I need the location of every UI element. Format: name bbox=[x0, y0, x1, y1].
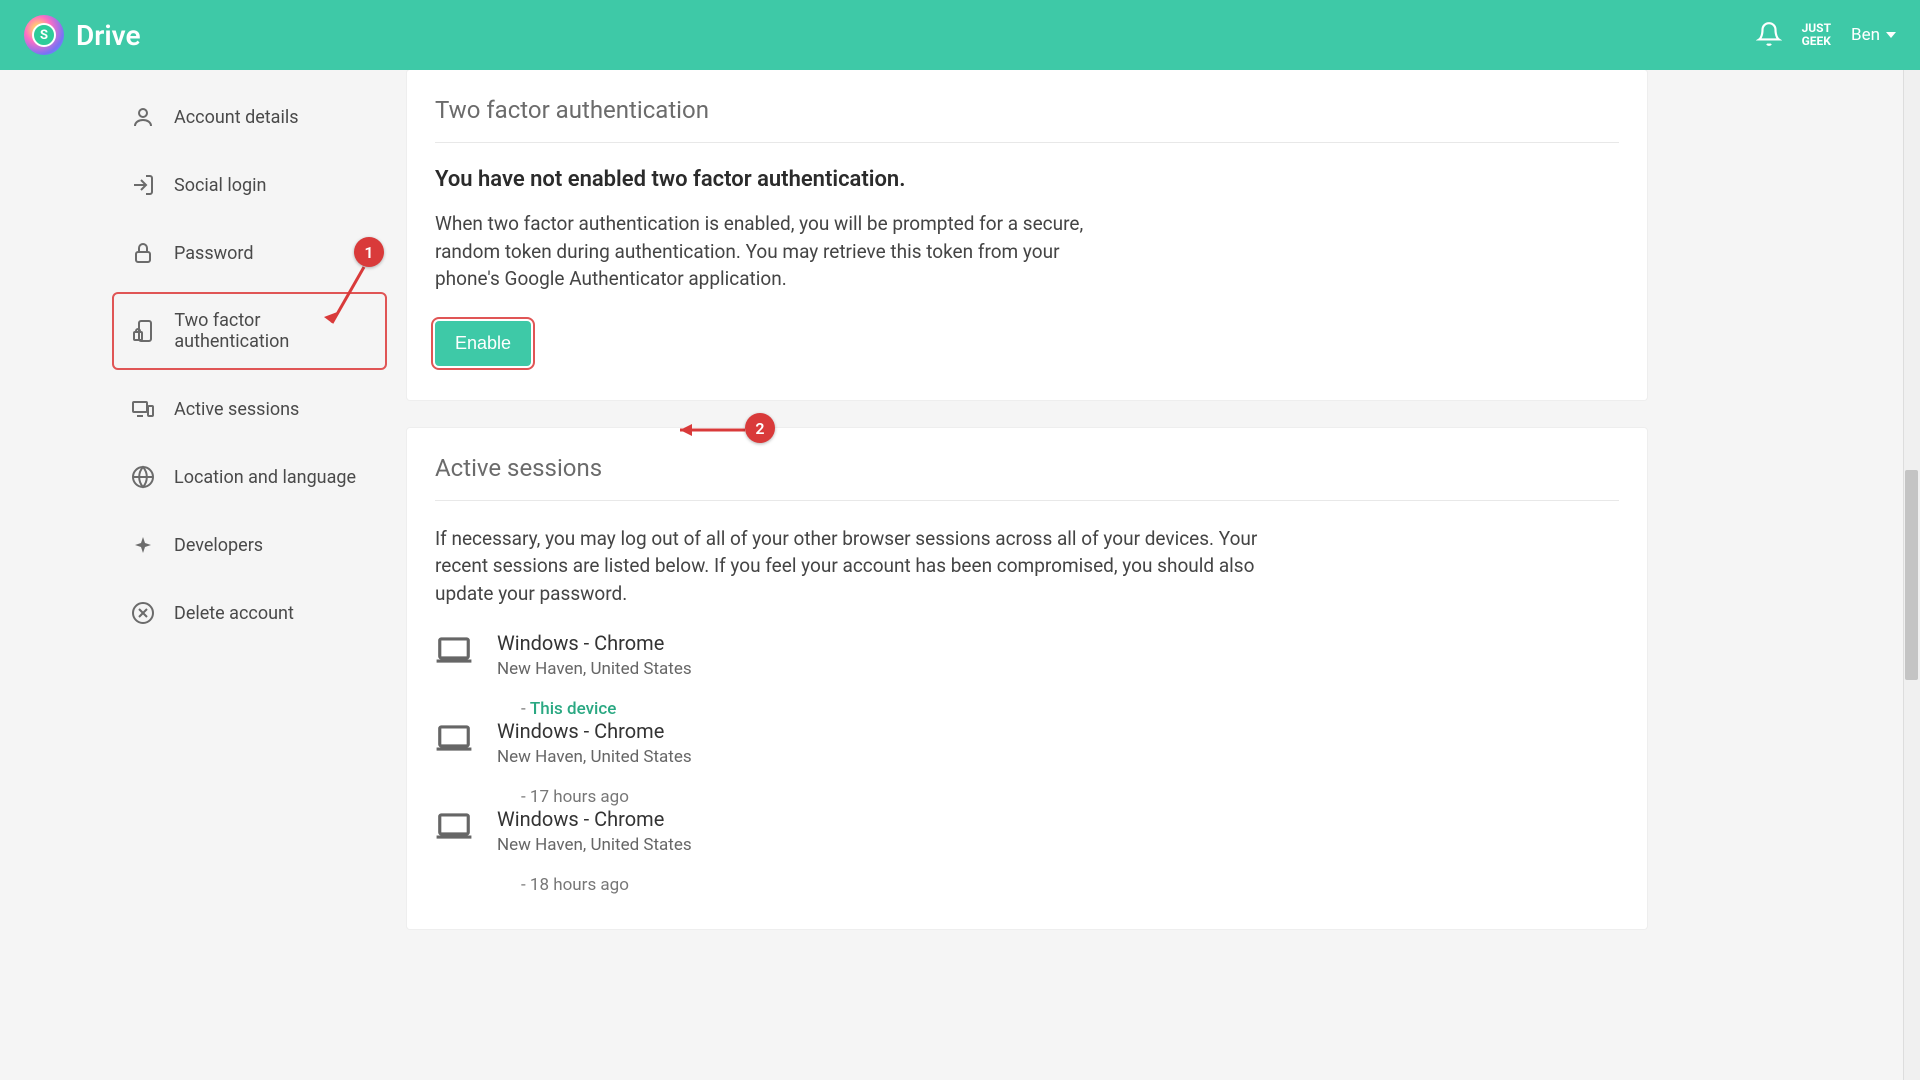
laptop-icon bbox=[435, 811, 475, 845]
badge-line2: GEEK bbox=[1802, 35, 1831, 48]
session-device: Windows - Chrome bbox=[497, 719, 692, 743]
sidebar-item-developers[interactable]: Developers bbox=[112, 516, 387, 574]
annotation-arrow-1 bbox=[320, 267, 370, 341]
two-factor-description: When two factor authentication is enable… bbox=[435, 210, 1095, 293]
session-meta: - This device bbox=[435, 699, 1619, 719]
session-meta: - 18 hours ago bbox=[435, 875, 1619, 895]
brand-name: Drive bbox=[76, 19, 141, 52]
this-device-badge: This device bbox=[530, 699, 616, 719]
app-header: S Drive JUST GEEK Ben bbox=[0, 0, 1920, 70]
app-logo[interactable]: S bbox=[24, 15, 64, 55]
page-body: Account details Social login Password Tw… bbox=[0, 70, 1920, 1080]
bell-icon bbox=[1756, 21, 1782, 47]
settings-sidebar: Account details Social login Password Tw… bbox=[112, 70, 387, 1080]
sidebar-item-label: Location and language bbox=[174, 467, 356, 488]
user-name: Ben bbox=[1851, 25, 1880, 45]
just-geek-badge: JUST GEEK bbox=[1802, 22, 1831, 47]
annotation-arrow-2 bbox=[670, 422, 750, 441]
sidebar-item-label: Delete account bbox=[174, 603, 294, 624]
active-sessions-card: Active sessions If necessary, you may lo… bbox=[407, 428, 1647, 930]
vertical-scrollbar[interactable] bbox=[1903, 70, 1920, 1080]
session-item: Windows - Chrome New Haven, United State… bbox=[435, 631, 1619, 719]
person-icon bbox=[130, 104, 156, 130]
sidebar-item-active-sessions[interactable]: Active sessions bbox=[112, 380, 387, 438]
device-lock-icon bbox=[132, 318, 156, 344]
sidebar-item-label: Password bbox=[174, 243, 254, 264]
session-item: Windows - Chrome New Haven, United State… bbox=[435, 807, 1619, 895]
devices-icon bbox=[130, 396, 156, 422]
session-device: Windows - Chrome bbox=[497, 807, 692, 831]
scrollbar-thumb[interactable] bbox=[1905, 470, 1918, 680]
login-arrow-icon bbox=[130, 172, 156, 198]
main-content: Two factor authentication You have not e… bbox=[387, 70, 1920, 1080]
sidebar-item-label: Social login bbox=[174, 175, 266, 196]
chevron-down-icon bbox=[1886, 32, 1896, 38]
laptop-icon bbox=[435, 723, 475, 757]
header-right: JUST GEEK Ben bbox=[1756, 21, 1896, 50]
api-icon bbox=[130, 532, 156, 558]
laptop-icon bbox=[435, 635, 475, 669]
session-item: Windows - Chrome New Haven, United State… bbox=[435, 719, 1619, 807]
active-sessions-title: Active sessions bbox=[435, 454, 1619, 501]
sidebar-item-location-language[interactable]: Location and language bbox=[112, 448, 387, 506]
session-location: New Haven, United States bbox=[497, 659, 692, 679]
two-factor-card: Two factor authentication You have not e… bbox=[407, 70, 1647, 400]
header-left: S Drive bbox=[24, 15, 141, 55]
session-meta: - 17 hours ago bbox=[435, 787, 1619, 807]
globe-icon bbox=[130, 464, 156, 490]
sidebar-item-social-login[interactable]: Social login bbox=[112, 156, 387, 214]
sidebar-item-delete-account[interactable]: Delete account bbox=[112, 584, 387, 642]
session-location: New Haven, United States bbox=[497, 835, 692, 855]
two-factor-status: You have not enabled two factor authenti… bbox=[435, 167, 1619, 192]
session-location: New Haven, United States bbox=[497, 747, 692, 767]
sidebar-item-account-details[interactable]: Account details bbox=[112, 88, 387, 146]
annotation-badge-2: 2 bbox=[745, 413, 775, 443]
sidebar-item-label: Account details bbox=[174, 107, 299, 128]
close-circle-icon bbox=[130, 600, 156, 626]
logo-inner-icon: S bbox=[32, 23, 56, 47]
user-menu[interactable]: Ben bbox=[1851, 25, 1896, 45]
sidebar-item-label: Developers bbox=[174, 535, 263, 556]
enable-two-factor-button[interactable]: Enable bbox=[435, 321, 531, 366]
session-device: Windows - Chrome bbox=[497, 631, 692, 655]
two-factor-title: Two factor authentication bbox=[435, 96, 1619, 143]
sidebar-item-label: Active sessions bbox=[174, 399, 299, 420]
annotation-badge-1: 1 bbox=[354, 237, 384, 267]
active-sessions-description: If necessary, you may log out of all of … bbox=[435, 525, 1305, 608]
lock-icon bbox=[130, 240, 156, 266]
notifications-button[interactable] bbox=[1756, 21, 1782, 50]
